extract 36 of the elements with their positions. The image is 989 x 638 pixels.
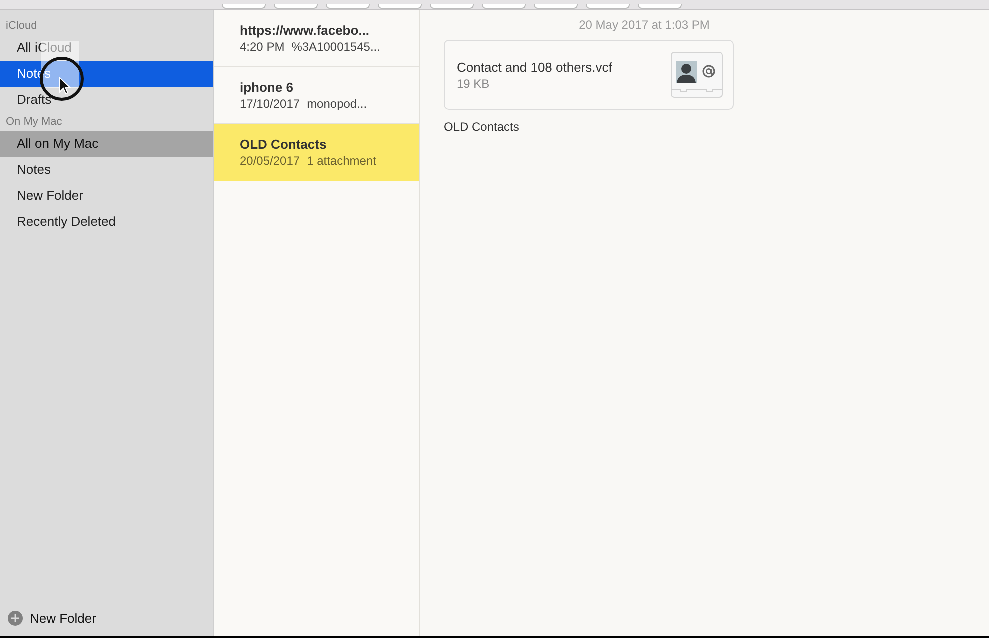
note-title: iphone 6 [240, 80, 294, 94]
note-preview: %3A10001545... [292, 40, 380, 54]
note-date: 20/05/2017 [240, 154, 300, 168]
section-header: iCloud [5, 19, 38, 34]
toolbar-button[interactable] [326, 4, 370, 9]
toolbar-button[interactable] [638, 4, 682, 9]
toolbar-button[interactable] [534, 4, 578, 9]
note-title: https://www.facebo... [240, 22, 371, 38]
attachment-name: Contact and 108 others.vcf [457, 60, 612, 74]
note-timestamp: 20 May 2017 at 1:03 PM [578, 18, 711, 32]
contact-card-icon [671, 52, 723, 98]
section-header: On My Mac [5, 115, 64, 130]
sidebar-item[interactable]: Recently Deleted [0, 209, 213, 235]
note-date: 17/10/2017 [240, 96, 300, 110]
toolbar-button[interactable] [430, 4, 474, 9]
sidebar-item[interactable]: Drafts [0, 87, 213, 113]
toolbar-button[interactable] [222, 4, 266, 9]
plus-icon [8, 611, 23, 626]
attachment-size: 19 KB [457, 76, 491, 90]
sidebar-item[interactable]: Notes [0, 157, 213, 183]
sidebar-item[interactable]: New Folder [0, 183, 213, 209]
new-folder-button[interactable]: New Folder [0, 611, 96, 636]
note-preview: 1 attachment [307, 154, 376, 168]
toolbar-button[interactable] [274, 4, 318, 9]
note-body: OLD Contacts [444, 120, 520, 134]
note-preview: monopod... [307, 96, 368, 110]
note-date: 4:20 PM [240, 40, 285, 54]
sidebar-item[interactable]: All iCloud [0, 35, 213, 61]
toolbar-button[interactable] [482, 4, 526, 9]
sidebar-item[interactable]: All on My Mac [0, 131, 213, 157]
note-item[interactable]: OLD Contacts 20/05/2017 1 attachment [214, 124, 419, 181]
toolbar-button[interactable] [586, 4, 630, 9]
toolbar-button[interactable] [378, 4, 422, 9]
attachment-card[interactable]: Contact and 108 others.vcf 19 KB [444, 40, 734, 110]
note-item[interactable]: https://www.facebo... 4:20 PM %3A10001545... [214, 10, 419, 67]
note-title: OLD Contacts [240, 136, 328, 152]
